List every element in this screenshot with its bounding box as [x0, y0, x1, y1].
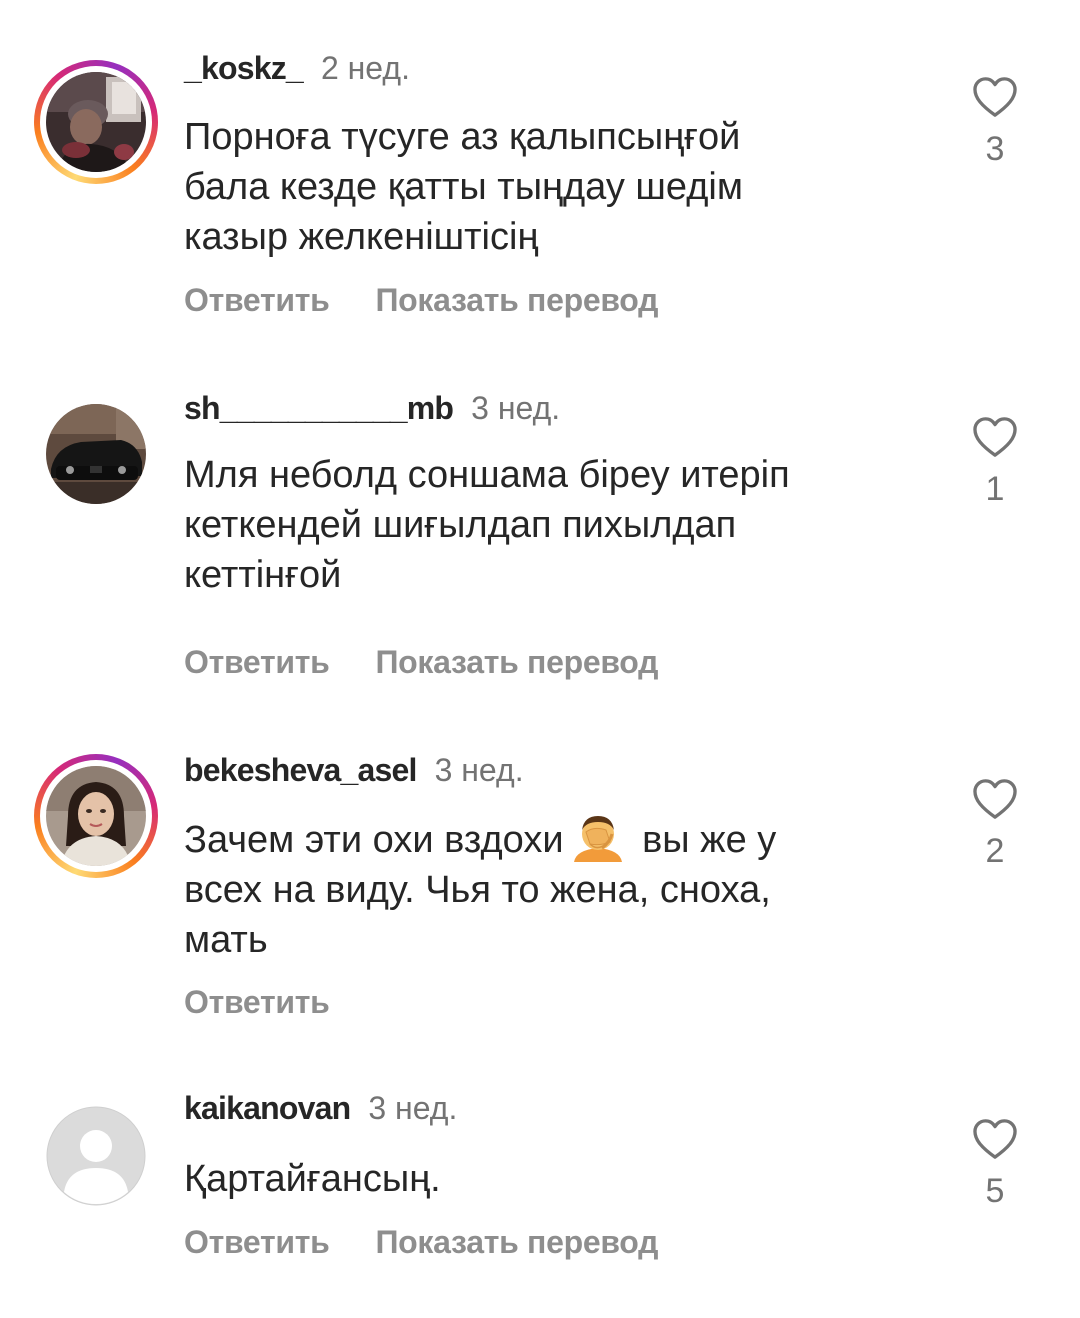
show-translation-button[interactable]: Показать перевод [375, 1224, 658, 1261]
like-control[interactable]: 2 [960, 778, 1030, 871]
facepalm-emoji-icon [570, 812, 626, 862]
default-user-avatar[interactable] [46, 1106, 146, 1206]
avatar[interactable] [46, 72, 146, 172]
like-count: 2 [985, 832, 1005, 870]
username[interactable]: kaikanovan [184, 1090, 351, 1127]
comment-text: Мля неболд соншама біреу итеріп кеткенде… [184, 454, 790, 596]
like-control[interactable]: 1 [960, 416, 1030, 509]
comment-time: 3 нед. [368, 1090, 458, 1126]
like-control[interactable]: 5 [960, 1118, 1030, 1211]
heart-icon[interactable] [972, 1118, 1018, 1160]
reply-button[interactable]: Ответить [184, 282, 330, 319]
comment-time: 2 нед. [320, 50, 410, 86]
username[interactable]: _koskz_ [184, 50, 304, 87]
like-count: 5 [985, 1172, 1005, 1210]
comment-text-part: Зачем эти охи вздохи [184, 819, 564, 861]
comment-time: 3 нед. [434, 752, 524, 788]
comment-text: Порноға түсуге аз қалыпсыңғой бала кезде… [184, 116, 743, 258]
heart-icon[interactable] [972, 76, 1018, 118]
avatar[interactable] [46, 404, 146, 504]
heart-icon[interactable] [972, 416, 1018, 458]
show-translation-button[interactable]: Показать перевод [375, 644, 658, 681]
reply-button[interactable]: Ответить [184, 984, 330, 1021]
like-count: 1 [985, 470, 1005, 508]
username[interactable]: bekesheva_asel [184, 752, 417, 789]
like-control[interactable]: 3 [960, 76, 1030, 169]
heart-icon[interactable] [972, 778, 1018, 820]
show-translation-button[interactable]: Показать перевод [375, 282, 658, 319]
username[interactable]: sh___________mb [184, 390, 454, 427]
reply-button[interactable]: Ответить [184, 644, 330, 681]
story-ring[interactable] [34, 754, 158, 878]
comment-time: 3 нед. [471, 390, 561, 426]
story-ring[interactable] [34, 60, 158, 184]
like-count: 3 [985, 130, 1005, 168]
comment-text: Зачем эти охи вздохи вы же у всех на вид… [184, 812, 924, 965]
comment-text: Қартайғансың. [184, 1158, 441, 1200]
avatar[interactable] [46, 766, 146, 866]
reply-button[interactable]: Ответить [184, 1224, 330, 1261]
